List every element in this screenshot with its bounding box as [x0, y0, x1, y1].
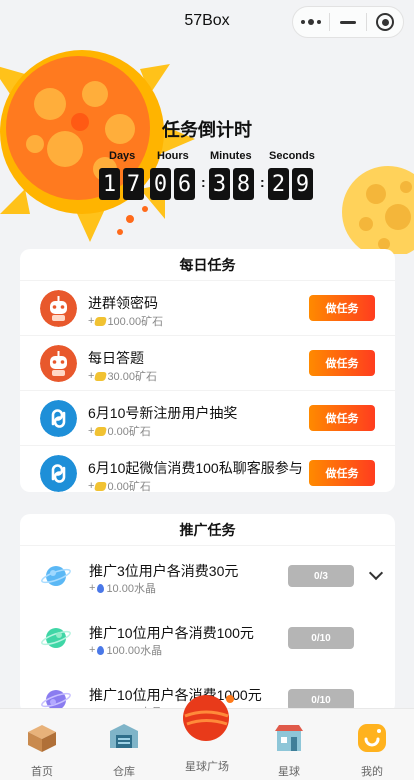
nav-label-warehouse: 仓库 — [113, 766, 135, 778]
nav-item-mine[interactable]: 我的 — [342, 721, 402, 779]
robot-avatar-icon — [40, 345, 77, 382]
more-dots-icon — [301, 19, 321, 25]
nav-item-home[interactable]: 首页 — [12, 721, 72, 779]
seconds-digit-2: 9 — [292, 168, 313, 200]
crystal-icon — [97, 583, 105, 593]
shop-icon — [275, 725, 303, 751]
minutes-label: Minutes — [210, 150, 252, 162]
warehouse-icon — [110, 724, 138, 748]
task-row: 每日答题 +30.00矿石 做任务 — [20, 336, 395, 391]
promo-row: 推广3位用户各消费30元 +10.00水晶 0/3 — [20, 546, 395, 608]
promo-name: 推广10位用户各消费1000元 — [89, 687, 262, 703]
promo-tasks-title: 推广任务 — [20, 514, 395, 546]
hours-label: Hours — [157, 150, 189, 162]
task-name: 每日答题 — [88, 350, 144, 366]
task-row: 6月10号新注册用户抽奖 +0.00矿石 做任务 — [20, 391, 395, 446]
hours-digit-1: 0 — [150, 168, 171, 200]
minimize-button[interactable] — [330, 7, 366, 37]
nav-label-mine: 我的 — [361, 766, 383, 778]
chevron-down-icon[interactable] — [368, 565, 384, 581]
do-task-button[interactable]: 做任务 — [309, 350, 375, 376]
days-label: Days — [109, 150, 136, 162]
close-button[interactable] — [367, 7, 403, 37]
ore-icon — [94, 481, 108, 491]
box-icon — [28, 725, 56, 752]
daily-tasks-title: 每日任务 — [20, 249, 395, 281]
seconds-digit-1: 2 — [268, 168, 289, 200]
promo-progress-button[interactable]: 0/3 — [288, 565, 354, 587]
do-task-button[interactable]: 做任务 — [309, 405, 375, 431]
promo-name: 推广10位用户各消费100元 — [89, 625, 254, 641]
minus-icon — [340, 20, 356, 24]
ore-icon — [94, 371, 108, 381]
sun-illustration-icon — [0, 50, 195, 242]
green-planet-icon — [41, 628, 71, 648]
crystal-icon — [97, 645, 105, 655]
ore-icon — [94, 426, 108, 436]
minutes-digit-1: 3 — [209, 168, 230, 200]
days-digit-2: 7 — [123, 168, 144, 200]
link-avatar-icon — [40, 455, 77, 492]
target-close-icon — [376, 13, 394, 31]
do-task-button[interactable]: 做任务 — [309, 460, 375, 486]
robot-avatar-icon — [40, 290, 77, 327]
nav-label-home: 首页 — [31, 766, 53, 778]
promo-progress-button[interactable]: 0/10 — [288, 627, 354, 649]
minutes-digit-2: 8 — [233, 168, 254, 200]
task-name: 6月10号新注册用户抽奖 — [88, 405, 238, 421]
promo-reward: +10.00水晶 — [89, 582, 156, 595]
promo-name: 推广3位用户各消费30元 — [89, 563, 239, 579]
promo-row: 推广10位用户各消费100元 +100.00水晶 0/10 — [20, 608, 395, 670]
link-avatar-icon — [40, 400, 77, 437]
daily-tasks-card: 每日任务 进群领密码 +100.00矿石 做任务 每日答题 +30.00矿石 做… — [20, 249, 395, 492]
promo-reward: +100.00水晶 — [89, 644, 163, 657]
mini-program-capsule — [292, 6, 404, 38]
task-row: 进群领密码 +100.00矿石 做任务 — [20, 281, 395, 336]
task-name: 6月10起微信消费100私聊客服参与 — [88, 460, 303, 476]
nav-item-planet[interactable]: 星球 — [259, 721, 319, 779]
task-row: 6月10起微信消费100私聊客服参与 +0.00矿石 做任务 — [20, 446, 395, 492]
top-bar: 57Box — [0, 0, 414, 44]
do-task-button[interactable]: 做任务 — [309, 295, 375, 321]
more-button[interactable] — [293, 7, 329, 37]
moon-illustration-icon — [342, 166, 414, 254]
task-name: 进群领密码 — [88, 295, 158, 311]
nav-item-warehouse[interactable]: 仓库 — [94, 721, 154, 779]
promo-tasks-card: 推广任务 推广3位用户各消费30元 +10.00水晶 0/3 推广10位用户各消… — [20, 514, 395, 714]
hours-digit-2: 6 — [174, 168, 195, 200]
countdown-title: 任务倒计时 — [162, 120, 252, 140]
blue-planet-icon — [41, 566, 71, 586]
nav-label-planet: 星球 — [278, 766, 300, 778]
seconds-label: Seconds — [269, 150, 315, 162]
task-reward: +0.00矿石 — [88, 425, 151, 438]
days-digit-1: 1 — [99, 168, 120, 200]
task-reward: +30.00矿石 — [88, 370, 157, 383]
countdown-separator: : — [260, 174, 265, 190]
ore-icon — [94, 316, 108, 326]
planet-icon[interactable] — [182, 690, 234, 742]
nav-label-planet-square: 星球广场 — [185, 761, 229, 773]
smile-icon — [358, 724, 386, 752]
countdown-hero: 任务倒计时 Days Hours Minutes Seconds 1 7 0 6… — [0, 44, 414, 254]
task-reward: +100.00矿石 — [88, 315, 164, 328]
task-reward: +0.00矿石 — [88, 480, 151, 492]
countdown-separator: : — [201, 174, 206, 190]
